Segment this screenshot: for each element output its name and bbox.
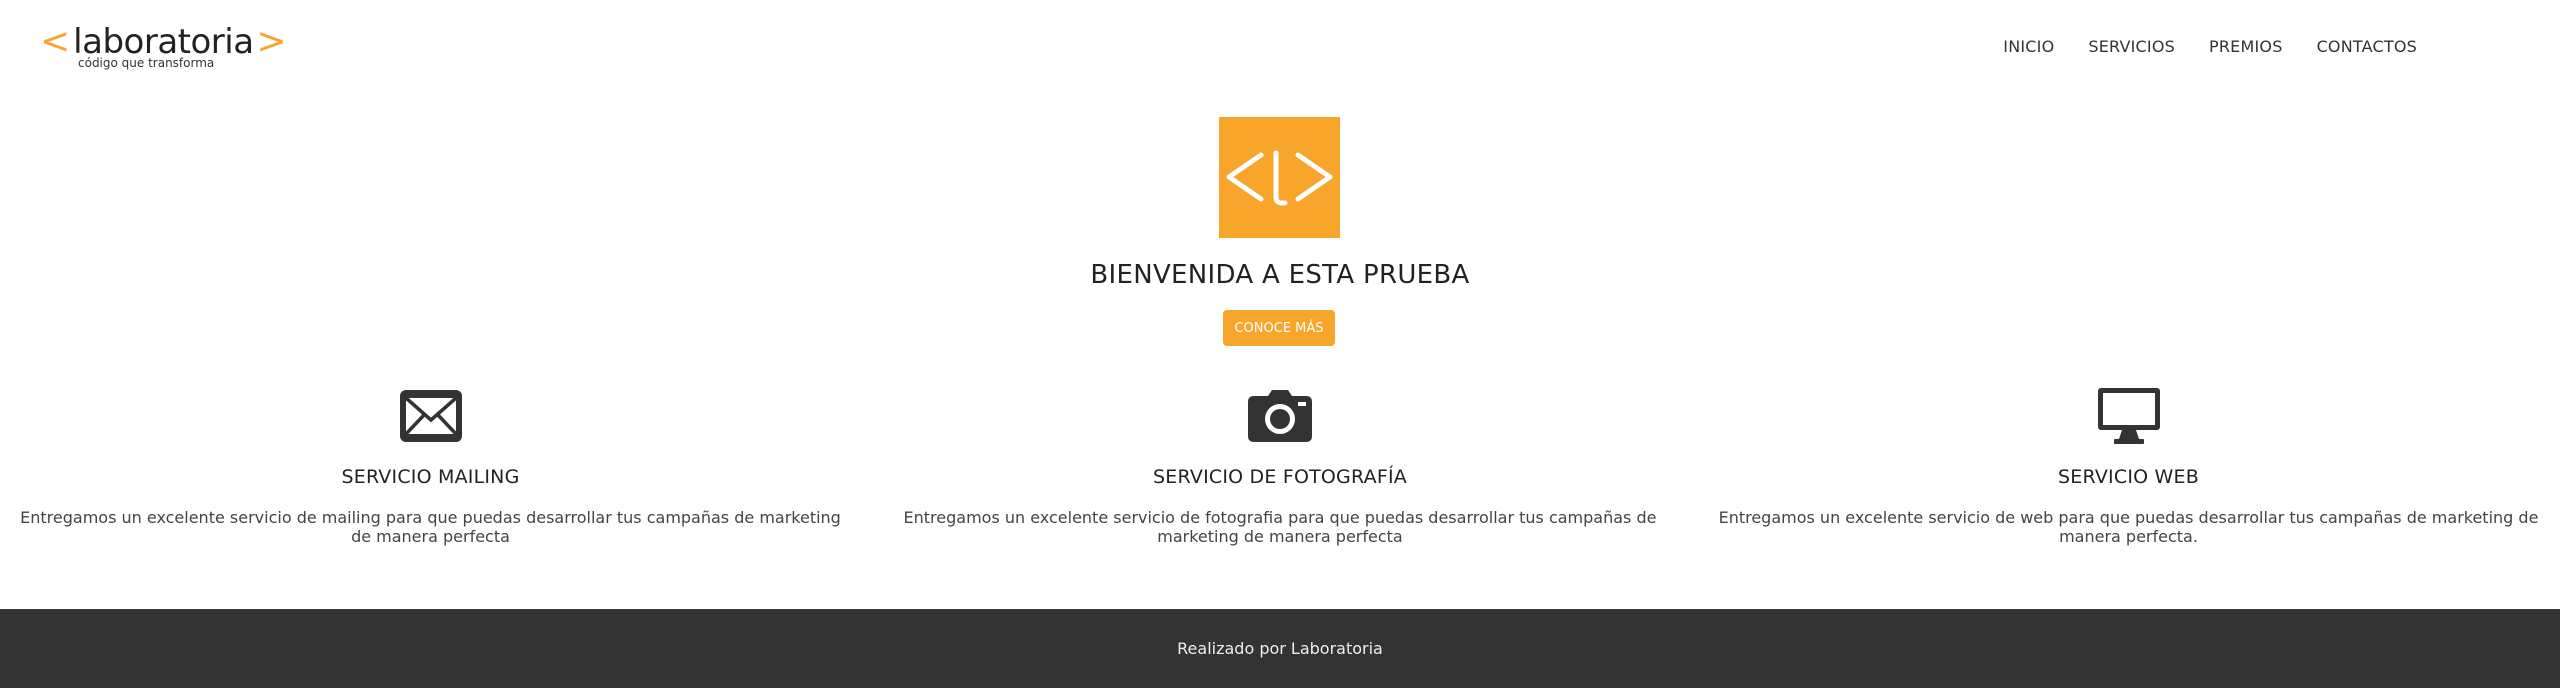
conoce-mas-button[interactable]: CONOCE MÁS bbox=[1223, 310, 1335, 346]
service-title: SERVICIO MAILING bbox=[341, 466, 520, 488]
code-brackets-logo-icon bbox=[1219, 117, 1340, 238]
envelope-icon bbox=[8, 388, 853, 444]
code-brackets-glyph bbox=[1226, 150, 1333, 206]
main-nav: INICIO SERVICIOS PREMIOS CONTACTOS bbox=[2003, 37, 2417, 56]
brand-bracket-close: > bbox=[256, 21, 287, 62]
services-section: SERVICIO MAILING Entregamos un excelente… bbox=[0, 388, 2560, 588]
service-fotografia: SERVICIO DE FOTOGRAFÍA Entregamos un exc… bbox=[880, 388, 1680, 546]
service-description: Entregamos un excelente servicio de mail… bbox=[20, 508, 841, 546]
service-description: Entregamos un excelente servicio de foto… bbox=[903, 508, 1657, 546]
brand-logo[interactable]: < laboratoria > código que transforma bbox=[40, 21, 287, 78]
hero-title: BIENVENIDA A ESTA PRUEBA bbox=[1090, 260, 1470, 290]
service-web: SERVICIO WEB Entregamos un excelente ser… bbox=[1715, 388, 2542, 546]
brand-bracket-open: < bbox=[40, 21, 71, 62]
page-footer: Realizado por Laboratoria bbox=[0, 609, 2560, 688]
nav-item-contactos[interactable]: CONTACTOS bbox=[2317, 37, 2417, 56]
footer-credit: Realizado por Laboratoria bbox=[1177, 639, 1383, 658]
monitor-icon bbox=[1715, 388, 2542, 444]
service-mailing: SERVICIO MAILING Entregamos un excelente… bbox=[8, 388, 853, 546]
brand-tagline: código que transforma bbox=[78, 56, 215, 70]
service-description: Entregamos un excelente servicio de web … bbox=[1718, 508, 2539, 546]
nav-item-servicios[interactable]: SERVICIOS bbox=[2088, 37, 2175, 56]
camera-icon bbox=[880, 388, 1680, 444]
nav-item-premios[interactable]: PREMIOS bbox=[2209, 37, 2283, 56]
service-title: SERVICIO DE FOTOGRAFÍA bbox=[1153, 466, 1407, 488]
nav-item-inicio[interactable]: INICIO bbox=[2003, 37, 2054, 56]
service-title: SERVICIO WEB bbox=[2058, 466, 2199, 488]
